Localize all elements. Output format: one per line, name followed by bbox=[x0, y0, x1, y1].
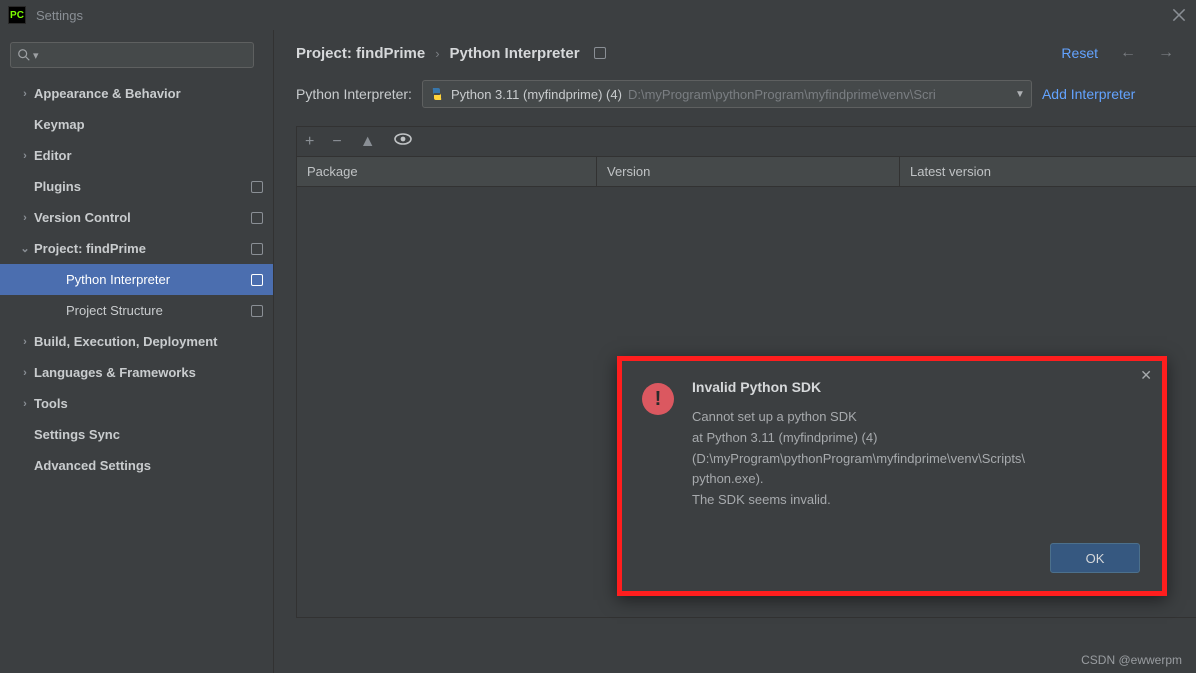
sidebar-item[interactable]: ›Version Control bbox=[0, 202, 273, 233]
sidebar-item[interactable]: Plugins bbox=[0, 171, 273, 202]
close-icon[interactable]: ✕ bbox=[1140, 367, 1152, 384]
close-icon[interactable] bbox=[1170, 6, 1188, 24]
sidebar-item-label: Advanced Settings bbox=[34, 458, 263, 473]
project-scope-icon bbox=[251, 274, 263, 286]
app-icon: PC bbox=[8, 6, 26, 24]
column-latest[interactable]: Latest version bbox=[900, 157, 1196, 186]
packages-toolbar: + − ▲ bbox=[297, 127, 1196, 157]
add-icon[interactable]: + bbox=[305, 133, 314, 151]
chevron-down-icon: ⌄ bbox=[18, 242, 32, 255]
project-scope-icon bbox=[251, 181, 263, 193]
project-scope-icon bbox=[251, 243, 263, 255]
sidebar-item[interactable]: Keymap bbox=[0, 109, 273, 140]
eye-icon[interactable] bbox=[394, 132, 412, 151]
ok-button[interactable]: OK bbox=[1050, 543, 1140, 573]
chevron-right-icon: › bbox=[435, 46, 439, 61]
sidebar-item[interactable]: Python Interpreter bbox=[0, 264, 273, 295]
interpreter-label: Python Interpreter: bbox=[296, 86, 412, 102]
sidebar-item[interactable]: ›Build, Execution, Deployment bbox=[0, 326, 273, 357]
sidebar-item-label: Keymap bbox=[34, 117, 263, 132]
title-bar: PC Settings bbox=[0, 0, 1196, 30]
chevron-right-icon: › bbox=[18, 212, 32, 224]
breadcrumb-segment: Python Interpreter bbox=[450, 45, 580, 62]
settings-content: Project: findPrime › Python Interpreter … bbox=[274, 30, 1196, 673]
search-icon bbox=[17, 48, 31, 62]
sidebar-item[interactable]: ›Editor bbox=[0, 140, 273, 171]
reset-link[interactable]: Reset bbox=[1061, 45, 1098, 61]
settings-tree: ›Appearance & BehaviorKeymap›EditorPlugi… bbox=[0, 78, 273, 481]
forward-icon[interactable]: → bbox=[1158, 44, 1174, 62]
breadcrumb: Project: findPrime › Python Interpreter … bbox=[274, 44, 1196, 80]
sidebar-item[interactable]: ⌄Project: findPrime bbox=[0, 233, 273, 264]
sidebar-item-label: Settings Sync bbox=[34, 427, 263, 442]
back-icon[interactable]: ← bbox=[1120, 44, 1136, 62]
dialog-title: Invalid Python SDK bbox=[692, 379, 1142, 395]
sidebar-item-label: Plugins bbox=[34, 179, 251, 194]
sidebar-item-label: Editor bbox=[34, 148, 263, 163]
add-interpreter-link[interactable]: Add Interpreter bbox=[1042, 86, 1135, 102]
column-version[interactable]: Version bbox=[597, 157, 900, 186]
sidebar-item-label: Project: findPrime bbox=[34, 241, 251, 256]
sidebar-item-label: Appearance & Behavior bbox=[34, 86, 263, 101]
sidebar-item[interactable]: ›Appearance & Behavior bbox=[0, 78, 273, 109]
sidebar-item-label: Languages & Frameworks bbox=[34, 365, 263, 380]
sidebar-item[interactable]: ›Tools bbox=[0, 388, 273, 419]
sidebar-item[interactable]: Advanced Settings bbox=[0, 450, 273, 481]
chevron-down-icon: ▼ bbox=[1015, 89, 1025, 100]
project-scope-icon bbox=[251, 305, 263, 317]
settings-sidebar: ▾ ›Appearance & BehaviorKeymap›EditorPlu… bbox=[0, 30, 274, 673]
dialog-message: Cannot set up a python SDK at Python 3.1… bbox=[692, 407, 1142, 511]
chevron-right-icon: › bbox=[18, 367, 32, 379]
chevron-right-icon: › bbox=[18, 336, 32, 348]
python-icon bbox=[429, 86, 445, 102]
column-package[interactable]: Package bbox=[297, 157, 597, 186]
sidebar-item-label: Tools bbox=[34, 396, 263, 411]
chevron-right-icon: › bbox=[18, 150, 32, 162]
packages-header: Package Version Latest version bbox=[297, 157, 1196, 187]
interpreter-name: Python 3.11 (myfindprime) (4) bbox=[451, 87, 622, 102]
sidebar-item[interactable]: Settings Sync bbox=[0, 419, 273, 450]
sidebar-item-label: Python Interpreter bbox=[66, 272, 251, 287]
search-input[interactable]: ▾ bbox=[10, 42, 254, 68]
interpreter-dropdown[interactable]: Python 3.11 (myfindprime) (4) D:\myProgr… bbox=[422, 80, 1032, 108]
interpreter-path: D:\myProgram\pythonProgram\myfindprime\v… bbox=[628, 87, 1009, 102]
watermark: CSDN @ewwerpm bbox=[1081, 653, 1182, 667]
window-title: Settings bbox=[36, 8, 83, 23]
sidebar-item-label: Version Control bbox=[34, 210, 251, 225]
upgrade-icon[interactable]: ▲ bbox=[360, 133, 376, 151]
remove-icon[interactable]: − bbox=[332, 133, 341, 151]
sidebar-item-label: Project Structure bbox=[66, 303, 251, 318]
sidebar-item[interactable]: Project Structure bbox=[0, 295, 273, 326]
chevron-right-icon: › bbox=[18, 398, 32, 410]
error-icon: ! bbox=[642, 383, 674, 415]
project-scope-icon bbox=[251, 212, 263, 224]
sidebar-item-label: Build, Execution, Deployment bbox=[34, 334, 263, 349]
error-dialog: ✕ ! Invalid Python SDK Cannot set up a p… bbox=[617, 356, 1167, 596]
breadcrumb-segment: Project: findPrime bbox=[296, 45, 425, 62]
project-scope-icon bbox=[594, 47, 606, 59]
sidebar-item[interactable]: ›Languages & Frameworks bbox=[0, 357, 273, 388]
chevron-right-icon: › bbox=[18, 88, 32, 100]
